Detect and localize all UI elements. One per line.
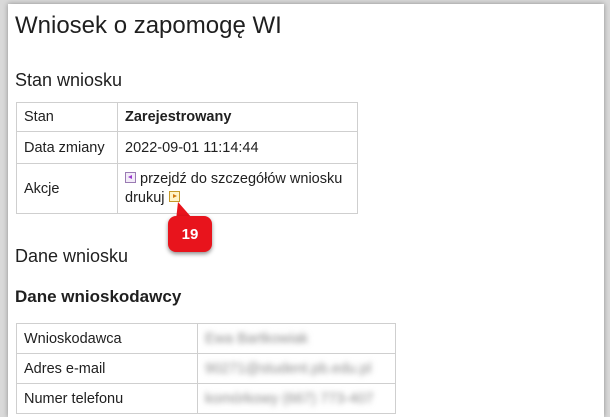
page-title: Wniosek o zapomogę WI	[15, 12, 282, 39]
phone-value-cell: komórkowy (667) 773-407	[197, 383, 396, 414]
change-date-label: Data zmiany	[16, 131, 118, 164]
table-row: Numer telefonu komórkowy (667) 773-407	[16, 383, 396, 414]
applicant-heading: Dane wnioskodawcy	[15, 287, 182, 306]
table-row: Wnioskodawca Ewa Bartkowiak	[16, 323, 396, 354]
details-link[interactable]: przejdź do szczegółów wniosku	[125, 170, 350, 189]
applicant-label: Wnioskodawca	[16, 323, 198, 354]
phone-label: Numer telefonu	[16, 383, 198, 414]
phone-value: komórkowy (667) 773-407	[205, 390, 374, 407]
actions-label: Akcje	[16, 163, 118, 214]
email-value-cell: 90271@student.pb.edu.pl	[197, 353, 396, 384]
print-link[interactable]: drukuj	[125, 189, 350, 208]
status-heading: Stan wniosku	[15, 70, 123, 90]
print-link-text[interactable]: drukuj	[125, 190, 165, 206]
applicant-value-cell: Ewa Bartkowiak	[197, 323, 396, 354]
annotation-badge: 19	[168, 216, 212, 252]
table-row: Data zmiany 2022-09-01 11:14:44	[16, 131, 358, 164]
table-row: Adres e-mail 90271@student.pb.edu.pl	[16, 353, 396, 384]
email-value: 90271@student.pb.edu.pl	[205, 360, 372, 377]
status-label: Stan	[16, 102, 118, 132]
table-row: Stan Zarejestrowany	[16, 102, 358, 132]
page-card: Wniosek o zapomogę WI Stan wniosku Stan …	[8, 4, 604, 417]
change-date-value: 2022-09-01 11:14:44	[117, 131, 358, 164]
applicant-value: Ewa Bartkowiak	[205, 330, 309, 347]
back-arrow-icon	[125, 172, 136, 184]
status-table: Stan Zarejestrowany Data zmiany 2022-09-…	[16, 102, 358, 214]
actions-cell: przejdź do szczegółów wniosku drukuj	[117, 163, 358, 214]
application-heading: Dane wniosku	[15, 246, 129, 266]
details-link-text[interactable]: przejdź do szczegółów wniosku	[140, 171, 342, 187]
email-label: Adres e-mail	[16, 353, 198, 384]
status-value: Zarejestrowany	[117, 102, 358, 132]
applicant-table: Wnioskodawca Ewa Bartkowiak Adres e-mail…	[16, 323, 396, 414]
